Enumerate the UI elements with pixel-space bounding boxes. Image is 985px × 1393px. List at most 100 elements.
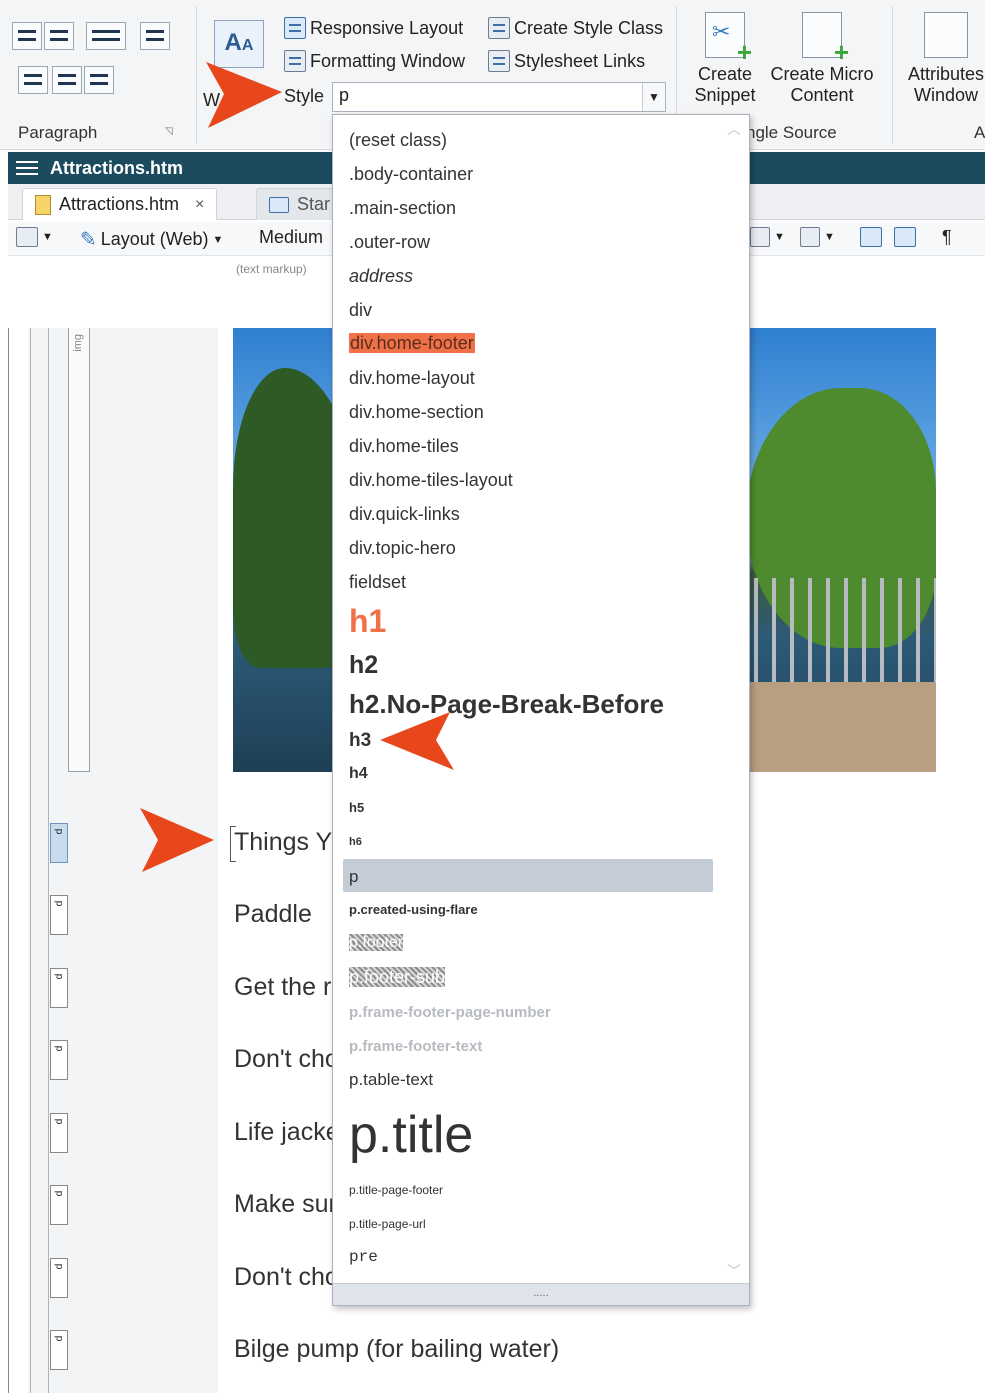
close-icon[interactable]: × bbox=[195, 196, 204, 214]
medium-dropdown[interactable]: Medium bbox=[259, 227, 323, 248]
resize-grip[interactable]: ..... bbox=[333, 1283, 749, 1305]
style-option[interactable]: p.frame-footer-text bbox=[349, 1038, 482, 1055]
responsive-layout-button[interactable]: Responsive Layout bbox=[284, 13, 463, 43]
attributes-window-button[interactable]: Attributes Window bbox=[906, 12, 985, 106]
style-option[interactable]: h6 bbox=[349, 836, 362, 848]
p-marker-label: p bbox=[53, 828, 65, 835]
img-structure-marker[interactable] bbox=[68, 328, 90, 772]
style-option[interactable]: (reset class) bbox=[349, 130, 447, 151]
p-structure-marker[interactable]: p bbox=[50, 823, 68, 863]
callout-arrow-icon bbox=[206, 62, 282, 128]
doc-line[interactable]: Make sur bbox=[234, 1190, 337, 1219]
scroll-up-icon[interactable]: ︿ bbox=[727, 119, 741, 139]
hamburger-menu-icon[interactable] bbox=[16, 157, 38, 179]
align-right-icon[interactable] bbox=[18, 66, 48, 94]
file-icon bbox=[35, 194, 51, 215]
doc-line[interactable]: Things Y bbox=[234, 828, 332, 857]
clear-formatting-icon[interactable] bbox=[84, 66, 114, 94]
info-button[interactable] bbox=[860, 227, 882, 247]
style-option[interactable]: p.footer-sub bbox=[349, 967, 446, 988]
style-option[interactable]: address bbox=[349, 266, 413, 287]
layout-label: Layout (Web) bbox=[100, 229, 209, 249]
insert-text-button[interactable]: ▼ bbox=[800, 227, 835, 247]
p-structure-marker[interactable]: p bbox=[50, 1258, 68, 1298]
style-option[interactable]: .body-container bbox=[349, 164, 473, 185]
pilcrow-icon: ¶ bbox=[942, 227, 952, 247]
stylesheet-links-label: Stylesheet Links bbox=[514, 50, 646, 71]
style-option[interactable]: p.title bbox=[349, 1105, 473, 1165]
style-option[interactable]: div bbox=[349, 300, 372, 321]
stylesheet-links-button[interactable]: Stylesheet Links bbox=[488, 46, 645, 76]
style-dropdown-button[interactable]: ▼ bbox=[642, 83, 665, 111]
style-option-selected[interactable]: p bbox=[349, 867, 358, 887]
style-option[interactable]: h2 bbox=[349, 651, 378, 680]
create-snippet-button[interactable]: ✂ + Create Snippet bbox=[690, 12, 760, 106]
style-option[interactable]: h1 bbox=[349, 603, 386, 640]
scroll-down-icon[interactable]: ﹀ bbox=[727, 1261, 741, 1281]
p-structure-marker[interactable]: p bbox=[50, 1040, 68, 1080]
style-option[interactable]: .outer-row bbox=[349, 232, 430, 253]
create-snippet-label-2: Snippet bbox=[694, 85, 756, 105]
style-input[interactable]: p bbox=[332, 82, 666, 112]
text-icon bbox=[800, 227, 820, 247]
p-structure-marker[interactable]: p bbox=[50, 968, 68, 1008]
style-option[interactable]: p.table-text bbox=[349, 1070, 433, 1090]
formatting-window-button[interactable]: Formatting Window bbox=[284, 46, 465, 76]
condition-button[interactable] bbox=[894, 227, 916, 247]
p-structure-marker[interactable]: p bbox=[50, 1330, 68, 1370]
doc-line[interactable]: Life jacke bbox=[234, 1118, 340, 1147]
attributes-window-icon bbox=[924, 12, 968, 58]
indent-icon[interactable] bbox=[44, 22, 74, 50]
chevron-down-icon: ▼ bbox=[648, 90, 660, 104]
p-marker-label: p bbox=[53, 1335, 65, 1342]
p-structure-marker[interactable]: p bbox=[50, 1185, 68, 1225]
paragraph-options-icon[interactable] bbox=[86, 22, 126, 50]
style-option[interactable]: div.quick-links bbox=[349, 504, 460, 525]
block-icon[interactable] bbox=[140, 22, 170, 50]
tab-attractions[interactable]: Attractions.htm × bbox=[22, 188, 218, 220]
style-option[interactable]: div.topic-hero bbox=[349, 538, 456, 559]
show-tags-button[interactable]: ¶ bbox=[942, 227, 952, 248]
style-option[interactable]: div.home-tiles bbox=[349, 436, 459, 457]
style-option[interactable]: p.title-page-url bbox=[349, 1217, 426, 1231]
style-option[interactable]: h3 bbox=[349, 730, 371, 752]
doc-line[interactable]: Don't cho bbox=[234, 1045, 339, 1074]
outdent-icon[interactable] bbox=[12, 22, 42, 50]
style-option[interactable]: p.frame-footer-page-number bbox=[349, 1004, 551, 1021]
style-option-highlighted[interactable]: div.home-footer bbox=[349, 333, 475, 354]
responsive-layout-label: Responsive Layout bbox=[310, 17, 464, 38]
group-launcher-icon[interactable]: ◹ bbox=[165, 126, 173, 137]
preview-button[interactable]: ▼ bbox=[16, 227, 53, 247]
doc-line[interactable]: Paddle bbox=[234, 900, 312, 929]
style-dropdown-list[interactable]: (reset class) .body-container .main-sect… bbox=[332, 114, 750, 1306]
style-option[interactable]: h4 bbox=[349, 765, 368, 783]
p-marker-label: p bbox=[53, 973, 65, 980]
style-option[interactable]: div.home-tiles-layout bbox=[349, 470, 513, 491]
p-structure-marker[interactable]: p bbox=[50, 895, 68, 935]
tab-start[interactable]: Star bbox=[256, 188, 344, 220]
style-option[interactable]: h5 bbox=[349, 800, 364, 815]
insert-variable-button[interactable]: ▼ bbox=[750, 227, 785, 247]
justify-icon[interactable] bbox=[52, 66, 82, 94]
style-option[interactable]: pre bbox=[349, 1248, 378, 1266]
create-micro-content-button[interactable]: + Create Micro Content bbox=[766, 12, 878, 106]
p-structure-marker[interactable]: p bbox=[50, 1113, 68, 1153]
style-option[interactable]: p.created-using-flare bbox=[349, 902, 478, 917]
doc-line[interactable]: Get the ri bbox=[234, 973, 337, 1002]
style-option[interactable]: p.footer bbox=[349, 934, 404, 952]
style-option[interactable]: fieldset bbox=[349, 572, 406, 593]
info-icon bbox=[860, 227, 882, 247]
style-option[interactable]: p.title-page-footer bbox=[349, 1183, 443, 1197]
doc-line[interactable]: Bilge pump (for bailing water) bbox=[234, 1335, 559, 1364]
layout-dropdown[interactable]: ✎ Layout (Web) ▼ bbox=[80, 227, 223, 252]
style-option[interactable]: div.home-layout bbox=[349, 368, 475, 389]
variable-icon bbox=[750, 227, 770, 247]
style-option[interactable]: div.home-section bbox=[349, 402, 484, 423]
create-style-class-button[interactable]: Create Style Class bbox=[488, 13, 663, 43]
gutter-line bbox=[30, 328, 31, 1393]
doc-line[interactable]: Don't cho bbox=[234, 1263, 339, 1292]
style-window-icon[interactable]: AA bbox=[214, 20, 264, 68]
style-option[interactable]: .main-section bbox=[349, 198, 456, 219]
editor-border bbox=[8, 328, 9, 1393]
dropdown-scrollbar[interactable]: ︿ ﹀ bbox=[719, 115, 749, 1283]
